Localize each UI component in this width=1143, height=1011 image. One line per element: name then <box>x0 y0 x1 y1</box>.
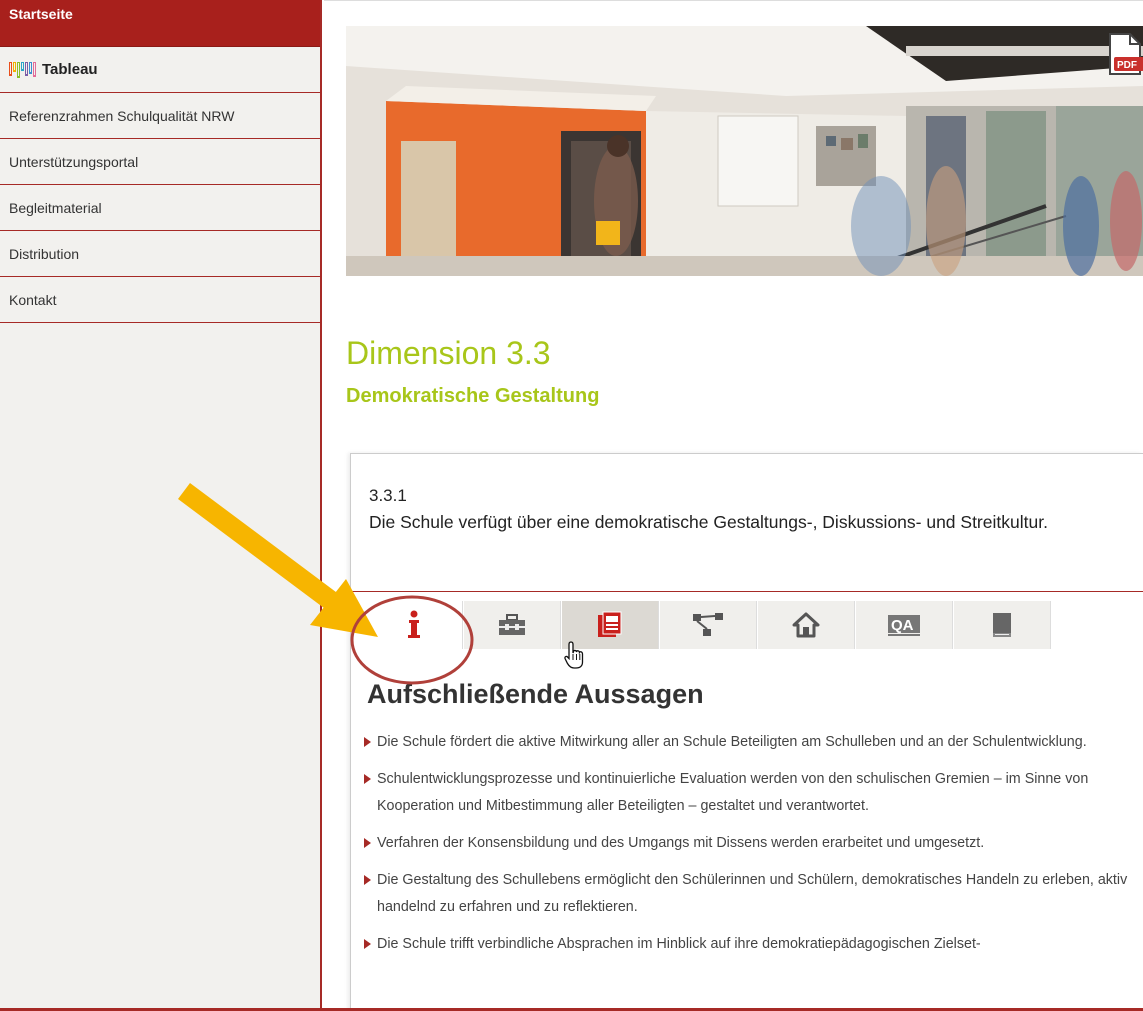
sidebar-item-label: Kontakt <box>9 291 57 308</box>
sidebar-item-label: Unterstützungsportal <box>9 153 139 170</box>
tab-qa[interactable]: QA <box>856 601 953 649</box>
tab-divider <box>351 591 1143 592</box>
tableau-icon <box>9 61 36 78</box>
tab-book[interactable] <box>954 601 1051 649</box>
sidebar-item-kontakt[interactable]: Kontakt <box>0 277 320 323</box>
sidebar: Startseite Tableau Referenzrahmen Schulq… <box>0 0 322 1011</box>
list-item: Die Schule trifft verbindliche Absprache… <box>361 931 1143 958</box>
list-item: Verfahren der Konsensbildung und des Umg… <box>361 830 1143 857</box>
criterion-card: 3.3.1 Die Schule verfügt über eine demok… <box>350 453 1143 1011</box>
hero-image <box>346 26 1143 276</box>
sidebar-item-unterstuetzungsportal[interactable]: Unterstützungsportal <box>0 139 320 185</box>
book-icon <box>993 613 1011 637</box>
network-icon <box>693 613 723 636</box>
section-title: Aufschließende Aussagen <box>367 679 704 709</box>
school-hallway-image <box>346 26 1143 276</box>
page-title: Dimension 3.3 <box>346 335 551 371</box>
sidebar-item-label: Tableau <box>42 61 98 78</box>
pdf-download-icon[interactable]: PDF <box>1106 33 1143 75</box>
list-item: Die Schule fördert die aktive Mitwirkung… <box>361 729 1143 756</box>
tab-info[interactable] <box>366 601 463 649</box>
page-subtitle: Demokratische Gestaltung <box>346 385 600 407</box>
criterion-number: 3.3.1 <box>369 486 407 505</box>
sidebar-item-distribution[interactable]: Distribution <box>0 231 320 277</box>
sidebar-item-startseite[interactable]: Startseite <box>0 0 320 47</box>
tab-toolbox[interactable] <box>464 601 561 649</box>
pdf-label: PDF <box>1117 60 1137 71</box>
sidebar-item-referenzrahmen[interactable]: Referenzrahmen Schulqualität NRW <box>0 93 320 139</box>
home-icon <box>792 612 820 638</box>
toolbox-icon <box>499 614 525 635</box>
criterion-text: Die Schule verfügt über eine demokratisc… <box>369 512 1048 532</box>
sidebar-item-label: Referenzrahmen Schulqualität NRW <box>9 107 235 124</box>
list-item: Die Gestaltung des Schullebens ermöglich… <box>361 867 1143 921</box>
statement-list: Die Schule fördert die aktive Mitwirkung… <box>361 729 1143 968</box>
sidebar-item-tableau[interactable]: Tableau <box>0 47 320 93</box>
qa-icon-text: QA <box>891 617 914 634</box>
info-icon <box>408 610 420 638</box>
list-item: Schulentwicklungsprozesse und kontinuier… <box>361 766 1143 820</box>
tab-home[interactable] <box>758 601 855 649</box>
qa-icon: QA <box>888 615 920 636</box>
document-icon <box>598 611 622 637</box>
sidebar-item-begleitmaterial[interactable]: Begleitmaterial <box>0 185 320 231</box>
sidebar-item-label: Startseite <box>9 6 73 22</box>
tab-documents[interactable] <box>562 601 659 649</box>
sidebar-item-label: Distribution <box>9 245 80 262</box>
tab-network[interactable] <box>660 601 757 649</box>
sidebar-item-label: Begleitmaterial <box>9 199 102 216</box>
main-content: PDF Dimension 3.3 Demokratische Gestaltu… <box>324 0 1143 1011</box>
